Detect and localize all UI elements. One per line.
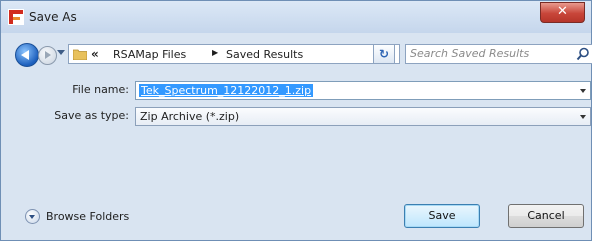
search-icon[interactable] [576,47,590,61]
window-title: Save As [29,10,77,24]
refresh-icon: ↻ [378,47,390,61]
navigation-bar: « RSAMap Files ▶ Saved Results ↻ [1,33,592,73]
dialog-footer: Browse Folders Save Cancel [1,191,591,240]
save-as-dialog: Save As ✕ « RSAMap Files ▶ Saved Results… [0,0,592,241]
recent-pages-dropdown[interactable] [57,50,65,55]
search-box[interactable] [405,44,592,64]
breadcrumb-saved-results[interactable]: Saved Results [226,48,303,61]
folder-icon [73,49,87,60]
address-bar[interactable]: « RSAMap Files ▶ Saved Results [68,44,400,64]
back-button[interactable] [15,43,39,67]
close-icon: ✕ [557,4,568,19]
save-button[interactable]: Save [404,204,480,228]
refresh-button[interactable]: ↻ [373,44,395,64]
forward-button[interactable] [38,46,57,65]
save-as-type-label: Save as type: [54,109,129,122]
file-name-label: File name: [72,83,129,96]
breadcrumb-separator-icon[interactable]: ▶ [212,48,218,57]
expand-icon[interactable] [25,209,40,224]
chevron-down-icon[interactable] [580,89,586,93]
cancel-button[interactable]: Cancel [508,204,584,228]
save-as-type-value: Zip Archive (*.zip) [140,110,240,123]
chevron-down-icon[interactable] [580,115,586,119]
title-bar: Save As ✕ [1,1,591,33]
file-name-value[interactable]: Tek_Spectrum_12122012_1.zip [139,84,314,97]
save-as-type-select[interactable]: Zip Archive (*.zip) [135,107,591,126]
browse-folders-link[interactable]: Browse Folders [46,210,129,223]
breadcrumb-overflow[interactable]: « [91,47,99,61]
close-button[interactable]: ✕ [540,2,585,23]
app-icon [8,9,24,25]
file-name-field[interactable]: Tek_Spectrum_12122012_1.zip [135,81,591,100]
form-fields: File name: Tek_Spectrum_12122012_1.zip S… [1,73,591,133]
search-input[interactable] [410,47,560,60]
breadcrumb-rsamap-files[interactable]: RSAMap Files [113,48,186,61]
